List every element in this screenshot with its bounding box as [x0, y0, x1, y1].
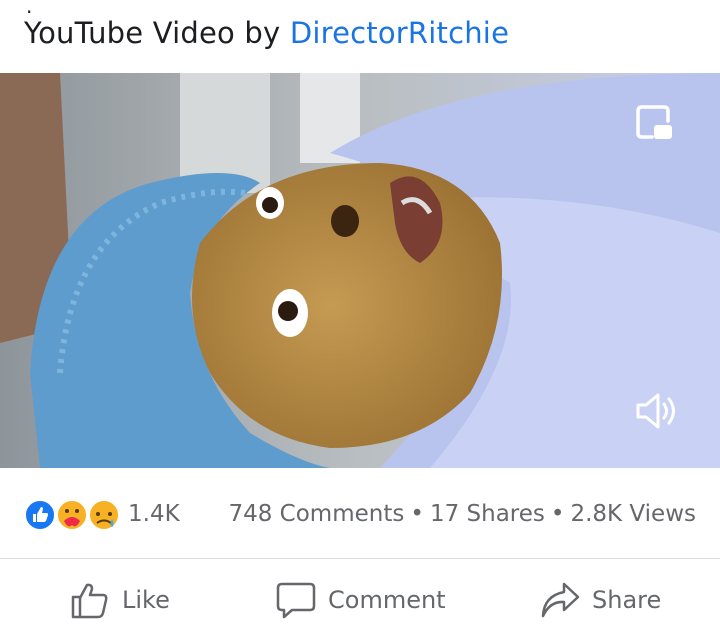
reaction-icons[interactable]	[24, 499, 124, 531]
picture-in-picture-button[interactable]	[634, 103, 676, 145]
comment-button[interactable]: Comment	[276, 580, 446, 620]
speaker-sound-icon	[636, 393, 675, 429]
share-button[interactable]: Share	[540, 580, 661, 620]
share-label: Share	[592, 586, 662, 614]
separator: •	[410, 501, 424, 527]
post-text: YouTube Video by DirectorRitchie	[24, 16, 509, 50]
comments-count[interactable]: 748 Comments	[228, 501, 404, 527]
like-button[interactable]: Like	[70, 580, 170, 620]
share-arrow-icon	[541, 582, 580, 618]
picture-in-picture-icon	[636, 105, 672, 139]
comment-label: Comment	[328, 586, 446, 614]
video-frame	[0, 73, 720, 468]
post-text-prefix: YouTube Video by	[24, 16, 290, 50]
thumbs-up-icon	[71, 583, 108, 619]
engagement-bar: 1.4K 748 Comments • 17 Shares • 2.8K Views	[0, 468, 720, 559]
shares-count[interactable]: 17 Shares	[430, 501, 545, 527]
like-label: Like	[122, 586, 170, 614]
views-count: 2.8K Views	[570, 501, 696, 527]
action-bar: Like Comment Share	[0, 558, 720, 627]
sound-toggle-button[interactable]	[632, 386, 682, 436]
like-reaction-icon	[24, 499, 56, 531]
comment-bubble-icon	[276, 582, 316, 619]
care-reaction-icon	[56, 499, 88, 531]
video-player[interactable]	[0, 73, 720, 468]
engagement-counts: 748 Comments • 17 Shares • 2.8K Views	[228, 501, 696, 527]
author-link[interactable]: DirectorRitchie	[290, 16, 509, 50]
sad-reaction-icon	[88, 499, 120, 531]
separator: •	[550, 501, 565, 527]
reaction-count[interactable]: 1.4K	[128, 501, 180, 527]
